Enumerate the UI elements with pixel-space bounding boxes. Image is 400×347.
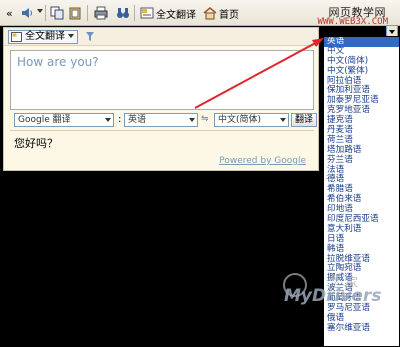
back-button[interactable]: « [4,4,13,22]
chevron-down-icon [280,118,286,122]
speaker-icon [22,8,32,18]
browser-toolbar: « 全文翻译 首页 网页教学网 WWW.WEB3X.COM [0,0,400,27]
watermark-bottom-text: MyDrivers [284,286,382,306]
panel-fulltext-label: 全文翻译 [25,31,65,42]
translate-icon [140,7,154,19]
find-button[interactable] [116,4,130,22]
filter-icon[interactable] [86,32,94,41]
copy-button[interactable] [50,4,64,22]
paste-button[interactable] [68,4,82,22]
translation-result: 您好吗？ [14,137,58,150]
translate-button[interactable]: 翻译 [291,113,318,127]
home-label: 首页 [219,9,239,21]
target-language-value: 中文(简体) [218,115,262,125]
toolbar-divider [87,5,88,21]
fulltext-translate-button[interactable]: 全文翻译 [140,4,196,22]
source-language-select[interactable]: 英语 [124,113,198,127]
print-button[interactable] [94,4,108,22]
panel-header: 全文翻译 [4,28,318,46]
translate-panel: 全文翻译 How are you? Google 翻译 : 英语 ⇋ 中文(简体… [3,27,319,171]
service-select[interactable]: Google 翻译 [14,113,114,127]
chevron-down-icon[interactable] [37,9,43,13]
home-button[interactable]: 首页 [203,4,239,22]
home-icon [203,7,217,20]
binoculars-icon [117,8,129,18]
translate-icon [11,32,22,42]
language-option[interactable]: 塞尔维亚语 [324,323,399,334]
volume-button[interactable] [20,4,34,22]
translate-controls: Google 翻译 : 英语 ⇋ 中文(简体) 翻译 [4,113,318,127]
target-language-select[interactable]: 中文(简体) [214,113,289,127]
toolbar-divider [45,5,46,21]
copy-icon [50,6,64,20]
back-label: « [6,6,13,20]
panel-fulltext-button[interactable]: 全文翻译 [8,30,78,44]
fulltext-translate-label: 全文翻译 [156,9,196,21]
source-text-input[interactable]: How are you? [10,50,314,110]
printer-icon [94,6,108,20]
chevron-down-icon [189,118,195,122]
chevron-down-icon [105,118,111,122]
translate-button-label: 翻译 [295,115,314,125]
swap-languages-icon[interactable]: ⇋ [201,114,209,124]
watermark-subtext: WWW.WEB3X.COM [317,17,388,27]
colon-separator: : [118,114,122,125]
service-select-value: Google 翻译 [18,115,71,125]
toolbar-divider [134,5,135,21]
source-text-placeholder: How are you? [17,55,99,69]
powered-by-link[interactable]: Powered by Google [219,156,306,166]
chevron-down-icon [68,34,74,38]
source-language-value: 英语 [128,115,147,125]
paste-icon [69,7,81,20]
